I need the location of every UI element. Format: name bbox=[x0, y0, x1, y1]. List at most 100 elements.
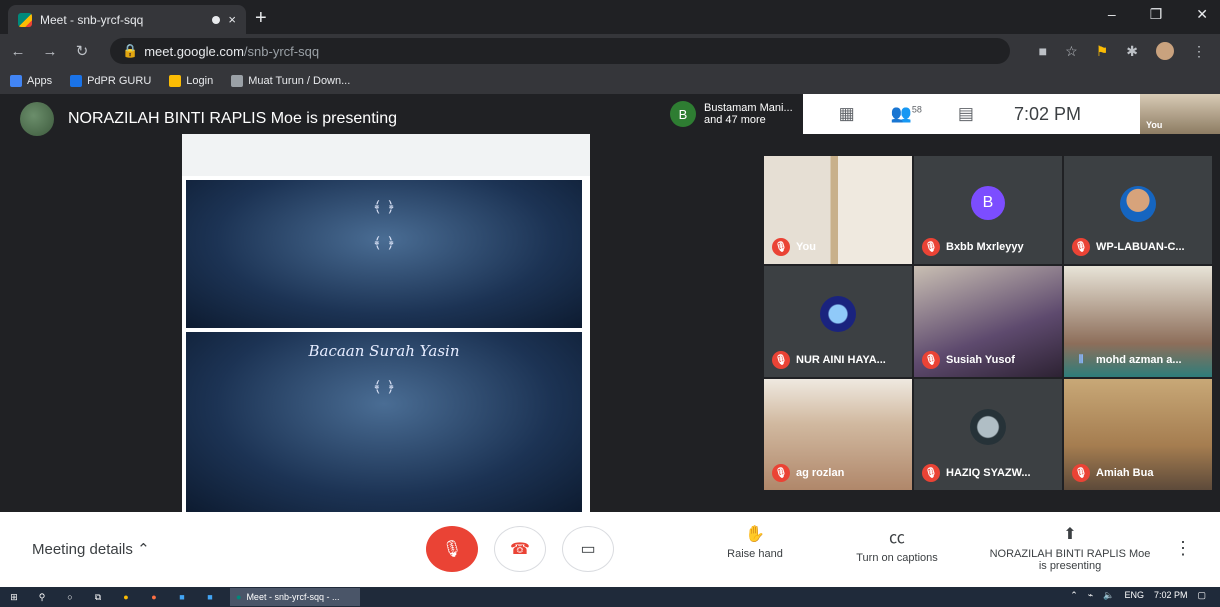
participant-tile[interactable]: B 🎙 Bxbb Mxrleyyy bbox=[914, 156, 1062, 264]
search-icon[interactable]: ⚲ bbox=[28, 592, 56, 603]
participants-summary[interactable]: B Bustamam Mani... and 47 more bbox=[660, 94, 803, 134]
shared-screen[interactable]: ﴾ ﴿ ﴾ ﴿ Bacaan Surah Yasin ﴾ ﴿ bbox=[182, 134, 590, 512]
participant-photo-avatar bbox=[970, 409, 1006, 445]
chevron-up-icon: ⌃ bbox=[137, 541, 150, 558]
chat-icon[interactable]: ▤ bbox=[958, 104, 974, 124]
self-view-label: You bbox=[1146, 120, 1163, 130]
system-tray: ⌃ ⌁ 🔈 ENG 7:02 PM ▢ bbox=[1070, 590, 1206, 601]
participant-grid: 🎙 You B 🎙 Bxbb Mxrleyyy 🎙 WP-LABUAN-C... 🎙 N… bbox=[764, 156, 1212, 490]
language-indicator[interactable]: ENG bbox=[1124, 590, 1144, 601]
presenter-text: NORAZILAH BINTI RAPLIS Moe is presenting bbox=[68, 110, 397, 127]
bookmark-star-icon[interactable]: ☆ bbox=[1065, 43, 1078, 60]
os-taskbar: ⊞ ⚲ ○ ⧉ ● ● ■ ■ ● Meet - snb-yrcf-sqq - .… bbox=[0, 587, 1220, 607]
captions-icon: ㏄ bbox=[888, 530, 905, 547]
presenting-status-button[interactable]: ⬆ NORAZILAH BINTI RAPLIS Moe is presenti… bbox=[976, 524, 1164, 572]
shared-browser-toolbar bbox=[182, 134, 590, 176]
mic-off-icon: 🎙 bbox=[772, 351, 790, 369]
minimize-button[interactable]: – bbox=[1108, 6, 1116, 23]
more-options-icon[interactable]: ⋮ bbox=[1174, 538, 1192, 559]
meet-favicon-icon: ● bbox=[236, 592, 242, 602]
network-icon[interactable]: ⌁ bbox=[1088, 590, 1093, 601]
participant-tile[interactable]: 🎙 You bbox=[764, 156, 912, 264]
bookmark-pdpr-guru[interactable]: PdPR GURU bbox=[70, 75, 151, 87]
address-bar[interactable]: 🔒 meet.google.com/snb-yrcf-sqq bbox=[110, 38, 1010, 64]
participant-tile[interactable]: 🎙 Amiah Bua bbox=[1064, 379, 1212, 490]
meeting-stage: NORAZILAH BINTI RAPLIS Moe is presenting… bbox=[0, 94, 1220, 512]
profile-avatar[interactable] bbox=[1156, 42, 1174, 60]
arabic-verse-2: ﴾ ﴿ bbox=[372, 234, 396, 252]
meeting-details-button[interactable]: Meeting details ⌃ bbox=[32, 540, 150, 558]
presenter-header: NORAZILAH BINTI RAPLIS Moe is presenting bbox=[20, 102, 397, 136]
app-icon[interactable]: ■ bbox=[168, 592, 196, 602]
participant-tile[interactable]: 🎙 HAZIQ SYAZW... bbox=[914, 379, 1062, 490]
taskbar-clock[interactable]: 7:02 PM bbox=[1154, 590, 1188, 601]
login-icon bbox=[169, 75, 182, 87]
participant-tile[interactable]: ⦀ mohd azman a... bbox=[1064, 266, 1212, 377]
url-path: /snb-yrcf-sqq bbox=[243, 43, 320, 59]
participant-tile[interactable]: 🎙 ag rozlan bbox=[764, 379, 912, 490]
meeting-topbar: B Bustamam Mani... and 47 more ▦ 👥58 ▤ 7… bbox=[660, 94, 1220, 134]
extension-icon[interactable]: ⚑ bbox=[1096, 43, 1109, 60]
restore-button[interactable]: ❐ bbox=[1150, 6, 1163, 23]
reload-icon[interactable]: ↻ bbox=[68, 42, 96, 60]
slide-heading: Bacaan Surah Yasin bbox=[308, 342, 460, 360]
lock-icon: 🔒 bbox=[122, 43, 139, 58]
leave-call-button[interactable]: ☎ bbox=[494, 526, 546, 572]
mic-off-icon: 🎙 bbox=[772, 238, 790, 256]
browser-chrome: Meet - snb-yrcf-sqq × + – ❐ ✕ ← → ↻ 🔒 me… bbox=[0, 0, 1220, 94]
window-controls: – ❐ ✕ bbox=[1108, 6, 1208, 23]
apps-grid-icon bbox=[10, 75, 22, 87]
participant-photo-avatar bbox=[1120, 186, 1156, 222]
new-tab-button[interactable]: + bbox=[255, 7, 267, 30]
raise-hand-button[interactable]: ✋ Raise hand bbox=[720, 524, 790, 560]
pdpr-icon bbox=[70, 75, 83, 87]
mic-toggle-button[interactable]: 🎙 bbox=[426, 526, 478, 572]
captions-button[interactable]: ㏄ Turn on captions bbox=[842, 524, 952, 564]
app-icon[interactable]: ■ bbox=[196, 592, 224, 602]
tab-close-button[interactable]: × bbox=[228, 12, 236, 27]
toolbar-icons: ■ ☆ ⚑ ✱ ⋮ bbox=[1039, 42, 1206, 60]
notifications-icon[interactable]: ▢ bbox=[1197, 590, 1206, 601]
presenter-avatar bbox=[20, 102, 54, 136]
video-camera-icon: ▭ bbox=[580, 541, 596, 558]
taskbar-meet-window[interactable]: ● Meet - snb-yrcf-sqq - ... bbox=[230, 588, 360, 606]
task-view-icon[interactable]: ⧉ bbox=[84, 592, 112, 603]
mic-off-icon: 🎙 bbox=[922, 351, 940, 369]
tab-bar: Meet - snb-yrcf-sqq × + – ❐ ✕ bbox=[0, 0, 1220, 34]
back-icon[interactable]: ← bbox=[4, 43, 32, 60]
participant-tile[interactable]: 🎙 WP-LABUAN-C... bbox=[1064, 156, 1212, 264]
bookmark-login[interactable]: Login bbox=[169, 75, 213, 87]
cortana-icon[interactable]: ○ bbox=[56, 592, 84, 602]
self-view-thumbnail[interactable]: You bbox=[1140, 94, 1220, 134]
people-line1: Bustamam Mani... bbox=[704, 102, 793, 114]
windows-start-icon[interactable]: ⊞ bbox=[0, 592, 28, 603]
participant-avatar: B bbox=[670, 101, 696, 127]
layout-icon[interactable]: ▦ bbox=[839, 104, 855, 124]
bookmark-muat-turun[interactable]: Muat Turun / Down... bbox=[231, 75, 350, 87]
mic-off-icon: 🎙 bbox=[1072, 238, 1090, 256]
mic-off-icon: 🎙 bbox=[772, 464, 790, 482]
participant-tile[interactable]: 🎙 Susiah Yusof bbox=[914, 266, 1062, 377]
meet-favicon-icon bbox=[18, 12, 32, 27]
arabic-verse-1: ﴾ ﴿ bbox=[372, 198, 396, 216]
arabic-verse-3: ﴾ ﴿ bbox=[372, 378, 396, 396]
camera-toggle-button[interactable]: ▭ bbox=[562, 526, 614, 572]
bookmark-apps[interactable]: Apps bbox=[10, 75, 52, 87]
slide-page-1: ﴾ ﴿ ﴾ ﴿ bbox=[186, 180, 582, 328]
chrome-icon[interactable]: ● bbox=[112, 592, 140, 602]
download-site-icon bbox=[231, 75, 244, 87]
volume-icon[interactable]: 🔈 bbox=[1103, 590, 1114, 601]
nav-bar: ← → ↻ 🔒 meet.google.com/snb-yrcf-sqq ■ ☆… bbox=[0, 34, 1220, 68]
participant-tile[interactable]: 🎙 NUR AINI HAYA... bbox=[764, 266, 912, 377]
participants-count: 58 bbox=[911, 104, 922, 115]
tab-meet[interactable]: Meet - snb-yrcf-sqq × bbox=[8, 5, 246, 34]
close-window-button[interactable]: ✕ bbox=[1196, 6, 1208, 23]
puzzle-icon[interactable]: ✱ bbox=[1126, 43, 1138, 60]
menu-icon[interactable]: ⋮ bbox=[1192, 43, 1206, 60]
firefox-icon[interactable]: ● bbox=[140, 592, 168, 602]
people-line2: and 47 more bbox=[704, 114, 766, 126]
tray-chevron-icon[interactable]: ⌃ bbox=[1070, 590, 1078, 601]
camera-icon[interactable]: ■ bbox=[1039, 43, 1047, 59]
forward-icon[interactable]: → bbox=[36, 43, 64, 60]
people-icon[interactable]: 👥58 bbox=[891, 104, 922, 124]
